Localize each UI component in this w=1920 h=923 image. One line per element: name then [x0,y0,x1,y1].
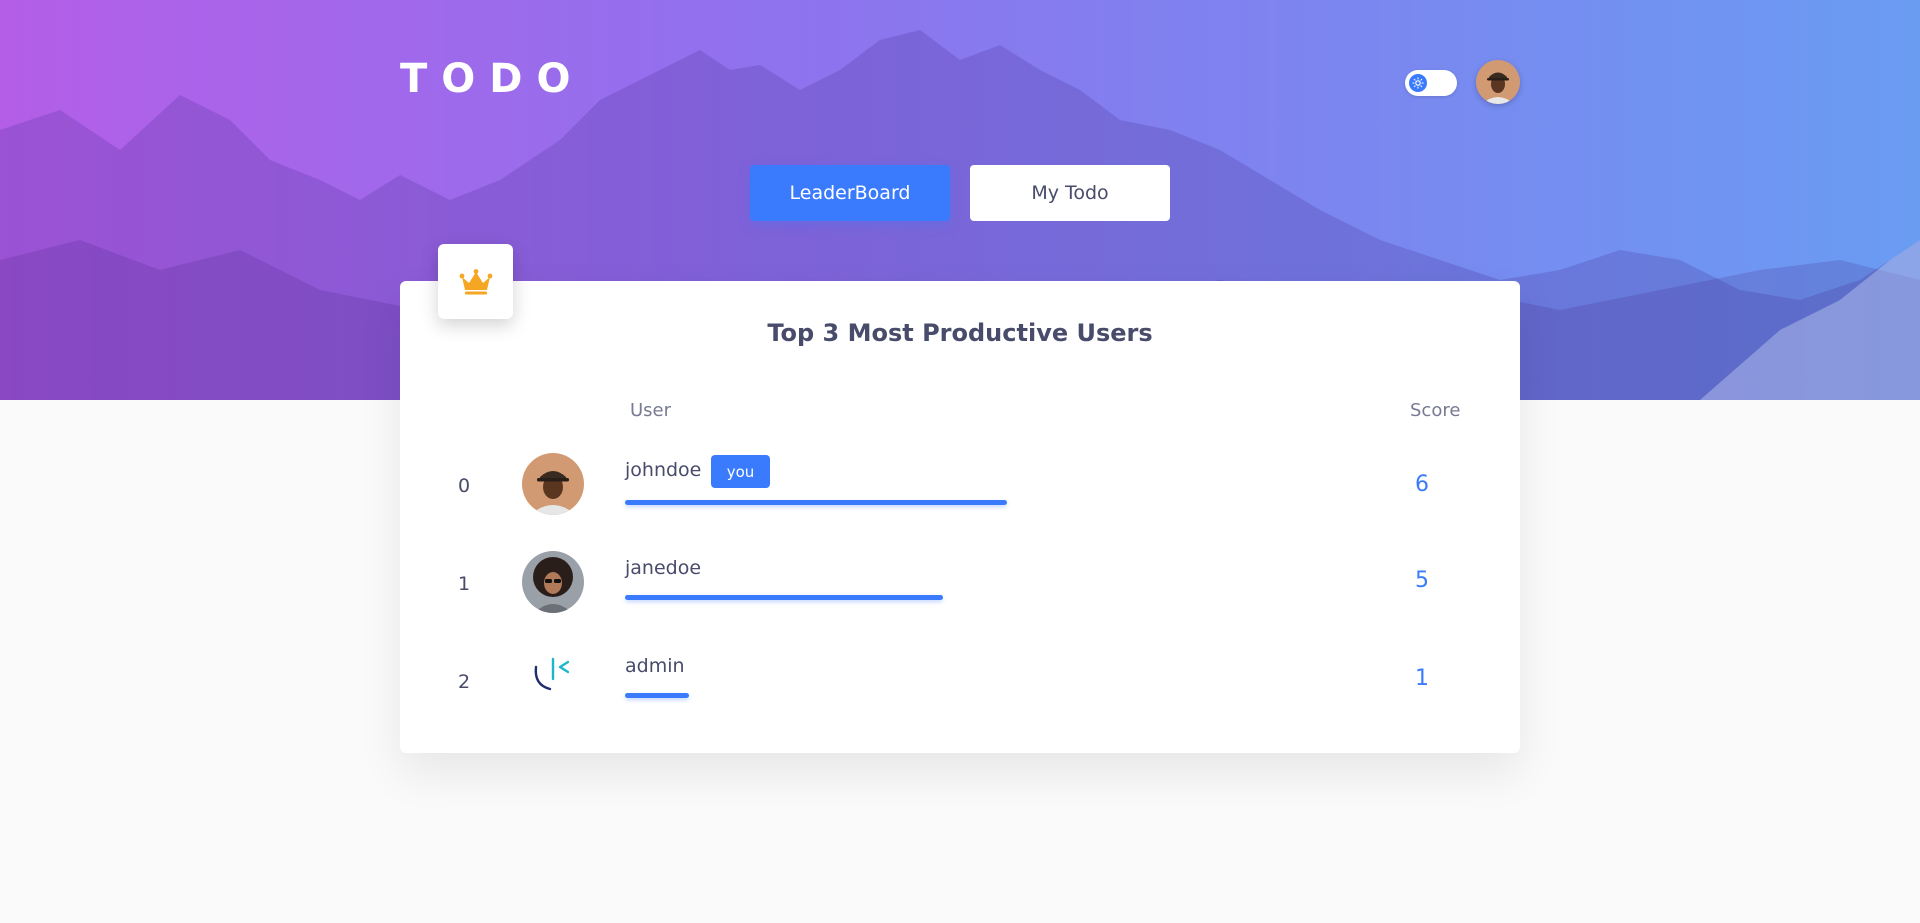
score-value: 5 [1415,568,1429,593]
leaderboard-row: 0 johndoe you 6 [400,441,1520,531]
column-header-score: Score [1410,400,1461,421]
janedoe-avatar[interactable] [522,551,584,613]
admin-logo-avatar[interactable] [522,649,584,711]
score-value: 1 [1415,666,1429,691]
rank-number: 0 [458,475,471,497]
sun-icon [1409,74,1427,92]
app-logo: TODO [400,56,585,102]
leaderboard-row: 1 janedoe 5 [400,539,1520,629]
you-badge: you [711,455,770,488]
johndoe-avatar[interactable] [522,453,584,515]
username[interactable]: admin [625,655,685,677]
username[interactable]: janedoe [625,557,701,579]
score-progress-bar [625,693,689,698]
leaderboard-row: 2 admin 1 [400,637,1520,727]
tab-my-todo[interactable]: My Todo [970,165,1170,221]
column-header-user: User [630,400,672,421]
score-progress-bar [625,500,1007,505]
leaderboard-card: Top 3 Most Productive Users User Score 0… [400,281,1520,753]
rank-number: 2 [458,671,471,693]
crown-icon [459,268,492,294]
score-value: 6 [1415,472,1429,497]
tab-leaderboard[interactable]: LeaderBoard [750,165,950,221]
leaderboard-badge [438,244,513,319]
user-avatar[interactable] [1476,60,1520,104]
leaderboard-title: Top 3 Most Productive Users [767,319,1153,347]
view-tabs: LeaderBoard My Todo [750,165,1170,221]
score-progress-bar [625,595,943,600]
username[interactable]: johndoe [625,459,701,481]
theme-toggle[interactable] [1405,70,1457,96]
rank-number: 1 [458,573,471,595]
